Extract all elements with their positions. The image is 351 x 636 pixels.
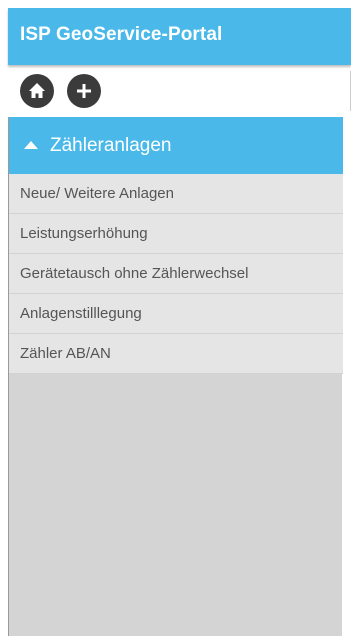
menu-item-neue-weitere-anlagen[interactable]: Neue/ Weitere Anlagen [9, 174, 343, 214]
add-button[interactable] [67, 74, 101, 108]
home-icon [29, 83, 45, 98]
home-button[interactable] [20, 74, 54, 108]
menu-list: Neue/ Weitere Anlagen Leistungserhöhung … [9, 174, 343, 374]
menu-item-leistungserhoehung[interactable]: Leistungserhöhung [9, 214, 343, 254]
sidebar-panel: Zähleranlagen Neue/ Weitere Anlagen Leis… [8, 117, 343, 636]
section-header-zaehleranlagen[interactable]: Zähleranlagen [9, 117, 343, 174]
menu-item-geraetetausch[interactable]: Gerätetausch ohne Zählerwechsel [9, 254, 343, 294]
menu-item-anlagenstilllegung[interactable]: Anlagenstilllegung [9, 294, 343, 334]
collapse-arrow-icon [24, 141, 38, 149]
menu-item-zaehler-ab-an[interactable]: Zähler AB/AN [9, 334, 343, 374]
app-header: ISP GeoService-Portal [8, 8, 351, 65]
toolbar [8, 65, 351, 117]
section-label: Zähleranlagen [50, 135, 172, 156]
plus-icon [77, 84, 91, 98]
app-frame: ISP GeoService-Portal Zähleranlagen Neue… [8, 0, 351, 636]
app-title: ISP GeoService-Portal [20, 24, 223, 45]
